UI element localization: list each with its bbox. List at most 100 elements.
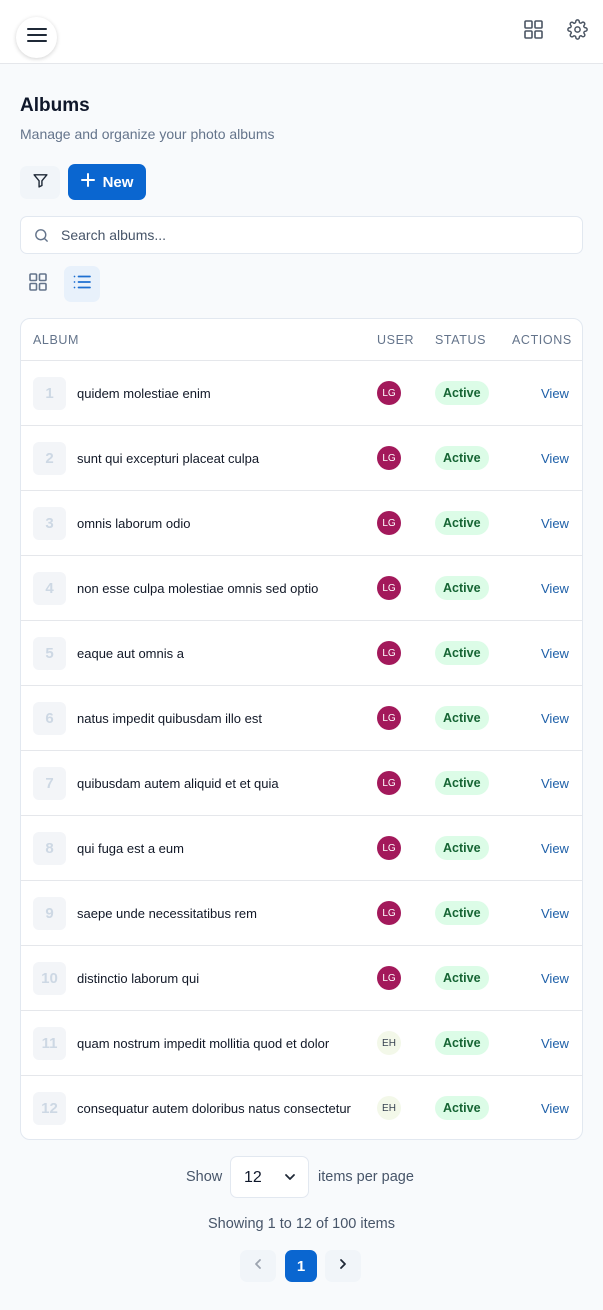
user-avatar: LG [377,576,401,600]
chevron-right-icon [337,1257,349,1275]
album-title: consequatur autem doloribus natus consec… [77,1101,351,1116]
filter-icon [32,172,49,194]
view-album-link[interactable]: View [541,386,569,401]
show-label: Show [186,1169,223,1185]
user-avatar: LG [377,446,401,470]
column-header-actions: ACTIONS [512,333,572,347]
album-number-badge: 4 [33,572,66,605]
list-view-toggle[interactable] [64,266,100,302]
album-number-badge: 1 [33,377,66,410]
user-avatar: LG [377,901,401,925]
album-number-badge: 12 [33,1092,66,1125]
table-row: 11 quam nostrum impedit mollitia quod et … [21,1011,582,1076]
top-bar [0,0,603,64]
table-row: 5 eaque aut omnis a LG Active View [21,621,582,686]
view-album-link[interactable]: View [541,1101,569,1116]
album-title: qui fuga est a eum [77,841,184,856]
view-album-link[interactable]: View [541,841,569,856]
user-avatar: LG [377,511,401,535]
status-badge: Active [435,706,489,730]
album-number-badge: 11 [33,1027,66,1060]
search-input[interactable] [61,217,571,253]
table-row: 9 saepe unde necessitatibus rem LG Active Vi… [21,881,582,946]
status-badge: Active [435,641,489,665]
per-page-select[interactable]: 12 [230,1156,309,1198]
new-button-label: New [102,173,134,191]
album-title: eaque aut omnis a [77,646,184,661]
album-number-badge: 8 [33,832,66,865]
album-number-badge: 2 [33,442,66,475]
status-badge: Active [435,901,489,925]
table-row: 2 sunt qui excepturi placeat culpa LG Activ… [21,426,582,491]
search-icon [33,227,50,244]
album-title: quam nostrum impedit mollitia quod et do… [77,1036,330,1051]
view-album-link[interactable]: View [541,581,569,596]
album-title: natus impedit quibusdam illo est [77,711,262,726]
album-number-badge: 10 [33,962,66,995]
menu-button[interactable] [16,17,57,58]
status-badge: Active [435,771,489,795]
filter-button[interactable] [20,166,60,199]
page-title: Albums [20,95,90,116]
next-page-button[interactable] [325,1250,361,1282]
new-album-button[interactable]: New [68,164,146,200]
view-album-link[interactable]: View [541,1036,569,1051]
chevron-left-icon [252,1257,264,1275]
user-avatar: LG [377,641,401,665]
table-row: 4 non esse culpa molestiae omnis sed opti… [21,556,582,621]
album-number-badge: 3 [33,507,66,540]
album-title: distinctio laborum qui [77,971,200,986]
grid-icon [523,20,543,44]
page-subtitle: Manage and organize your photo albums [20,126,275,142]
table-row: 12 consequatur autem doloribus natus cons… [21,1076,582,1139]
table-row: 3 omnis laborum odio LG Active View [21,491,582,556]
album-title: non esse culpa molestiae omnis sed optio [77,581,319,596]
album-title: saepe unde necessitatibus rem [77,906,257,921]
table-row: 8 qui fuga est a eum LG Active View [21,816,582,881]
search-box [20,216,583,254]
view-album-link[interactable]: View [541,516,569,531]
album-number-badge: 5 [33,637,66,670]
user-avatar: LG [377,966,401,990]
status-badge: Active [435,511,489,535]
pagination-summary: Showing 1 to 12 of 100 items [207,1216,395,1232]
status-badge: Active [435,576,489,600]
user-avatar: EH [377,1096,401,1120]
view-album-link[interactable]: View [541,451,569,466]
previous-page-button[interactable] [240,1250,276,1282]
album-number-badge: 7 [33,767,66,800]
user-avatar: LG [377,771,401,795]
table-row: 7 quibusdam autem aliquid et et quia LG Act… [21,751,582,816]
view-album-link[interactable]: View [541,646,569,661]
user-avatar: LG [377,381,401,405]
grid-view-toggle[interactable] [20,266,56,302]
grid-icon [29,272,47,296]
album-title: quidem molestiae enim [77,386,211,401]
album-number-badge: 9 [33,897,66,930]
gear-icon [566,19,588,45]
view-album-link[interactable]: View [541,971,569,986]
plus-icon [80,173,95,191]
view-album-link[interactable]: View [541,711,569,726]
user-avatar: LG [377,706,401,730]
table-row: 6 natus impedit quibusdam illo est LG Activ… [21,686,582,751]
status-badge: Active [435,381,489,405]
chevron-down-icon [283,1170,297,1184]
list-icon [73,274,91,295]
grid-view-button[interactable] [521,20,545,44]
album-title: sunt qui excepturi placeat culpa [77,451,260,466]
user-avatar: LG [377,836,401,860]
view-album-link[interactable]: View [541,776,569,791]
column-header-user: USER [377,333,415,347]
per-page-suffix: items per page [318,1169,414,1185]
per-page-value: 12 [244,1169,262,1186]
view-album-link[interactable]: View [541,906,569,921]
page-button-current[interactable]: 1 [285,1250,317,1282]
status-badge: Active [435,1031,489,1055]
status-badge: Active [435,836,489,860]
table-row: 1 quidem molestiae enim LG Active View [21,361,582,426]
settings-button[interactable] [565,19,589,45]
album-number-badge: 6 [33,702,66,735]
albums-table: ALBUM USER STATUS ACTIONS 1 quidem molest… [20,318,583,1140]
table-row: 10 distinctio laborum qui LG Active View [21,946,582,1011]
